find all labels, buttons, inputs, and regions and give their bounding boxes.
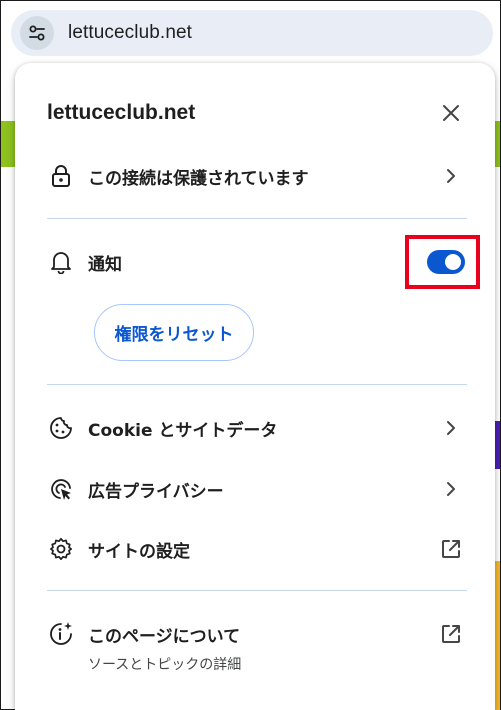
toggle-knob [445, 254, 461, 270]
connection-security-row[interactable]: この接続は保護されています [15, 152, 495, 200]
gear-icon [48, 536, 74, 562]
connection-security-label: この接続は保護されています [88, 168, 309, 189]
cookies-row[interactable]: Cookie とサイトデータ [15, 404, 495, 452]
external-link-icon [439, 622, 463, 646]
close-button[interactable] [437, 99, 465, 127]
divider [47, 384, 467, 385]
bell-icon [48, 249, 74, 275]
tune-icon [27, 23, 47, 43]
divider [47, 218, 467, 219]
ad-privacy-row[interactable]: 広告プライバシー [15, 465, 495, 513]
site-info-popup: lettuceclub.net この接続は保護されています 通知 権限をリセット… [15, 63, 495, 710]
close-icon [442, 104, 460, 122]
ad-privacy-icon [48, 476, 74, 502]
chevron-right-icon [439, 164, 463, 188]
site-settings-label: サイトの設定 [88, 541, 190, 562]
reset-permissions-button[interactable]: 権限をリセット [94, 304, 254, 361]
url-text[interactable]: lettuceclub.net [68, 22, 192, 44]
background-page-strip [1, 121, 15, 167]
address-bar[interactable]: lettuceclub.net [11, 10, 493, 56]
cookie-icon [48, 415, 74, 441]
chevron-right-icon [439, 416, 463, 440]
site-info-button[interactable] [20, 16, 54, 50]
about-page-label: このページについて [88, 626, 241, 647]
ad-privacy-label: 広告プライバシー [88, 481, 224, 502]
notifications-toggle[interactable] [427, 250, 465, 274]
cookies-label: Cookie とサイトデータ [88, 420, 278, 441]
info-sparkle-icon [48, 621, 74, 647]
external-link-icon [439, 537, 463, 561]
about-page-row[interactable]: このページについて [15, 610, 495, 658]
divider [47, 590, 467, 591]
lock-icon [48, 163, 74, 189]
about-page-sublabel: ソースとトピックの詳細 [88, 657, 242, 673]
site-settings-row[interactable]: サイトの設定 [15, 525, 495, 573]
notifications-label: 通知 [88, 254, 122, 275]
popup-title: lettuceclub.net [47, 101, 196, 124]
chevron-right-icon [439, 477, 463, 501]
